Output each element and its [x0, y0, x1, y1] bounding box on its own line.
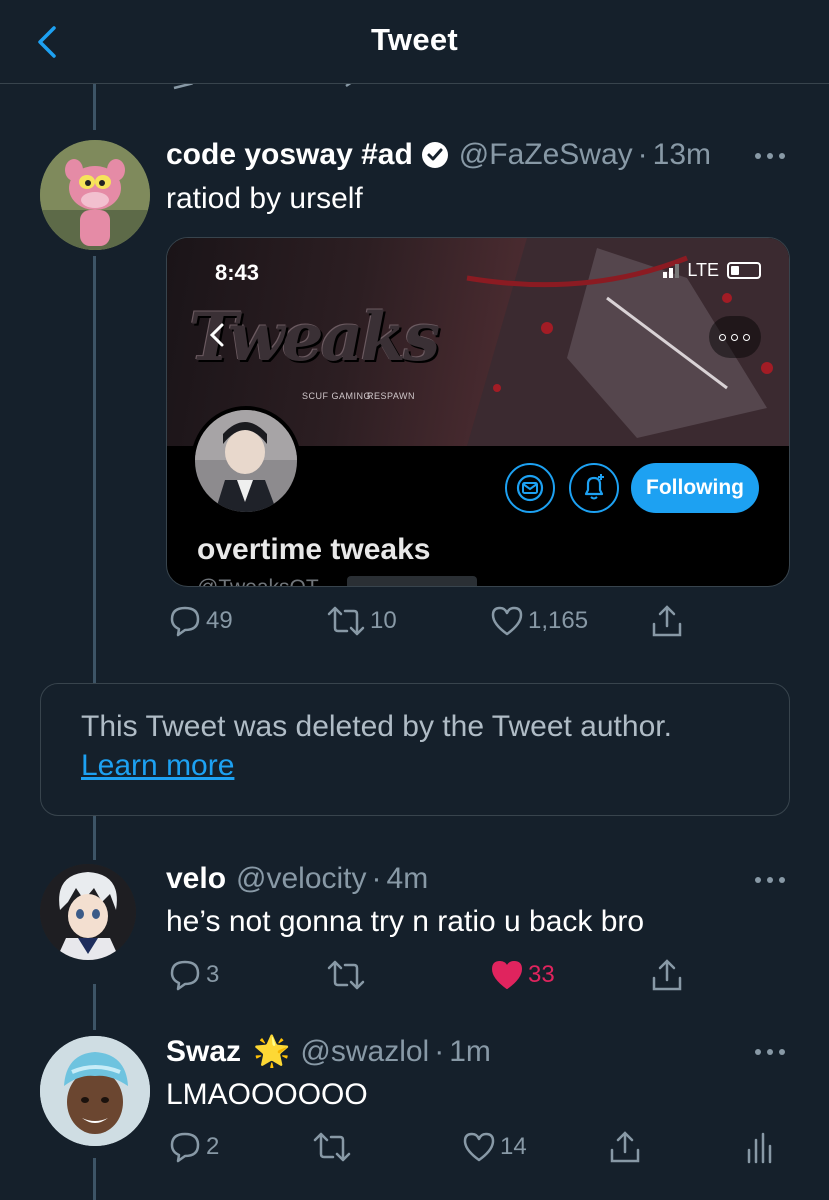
like-button[interactable]: 33 — [490, 958, 555, 992]
profile-picture — [191, 406, 301, 516]
display-name[interactable]: Swaz — [166, 1035, 241, 1069]
like-button[interactable]: 1,165 — [490, 604, 588, 638]
carrier-label: LTE — [687, 260, 719, 280]
analytics-button[interactable] — [744, 1130, 774, 1164]
like-count: 33 — [528, 961, 555, 988]
notifications-button[interactable] — [569, 463, 619, 513]
reply-icon — [170, 1132, 200, 1163]
heart-icon — [491, 606, 523, 636]
thread-line — [93, 1158, 96, 1200]
tweet-text: he’s not gonna try n ratio u back bro — [166, 905, 645, 938]
like-count: 1,165 — [528, 607, 589, 634]
deleted-tweet-notice: This Tweet was deleted by the Tweet auth… — [40, 683, 790, 816]
tweet-author-line: code yosway #ad @FaZeSway · 13m — [166, 138, 711, 172]
pink-panther-avatar-image — [40, 140, 150, 250]
thread-line — [93, 816, 96, 860]
envelope-icon — [516, 474, 544, 502]
separator-dot: · — [371, 862, 382, 895]
retweet-icon — [313, 1132, 351, 1162]
follows-you-badge — [347, 576, 477, 586]
like-count: 14 — [500, 1133, 527, 1160]
thread-line — [93, 256, 96, 683]
analytics-icon — [747, 1132, 772, 1164]
like-button[interactable]: 14 — [462, 1130, 527, 1164]
tweet-author-line: velo @velocity · 4m — [166, 862, 428, 896]
avatar[interactable] — [40, 1036, 150, 1146]
reply-button[interactable]: 3 — [168, 958, 219, 992]
share-icon — [610, 1131, 640, 1163]
profile-picture-image — [195, 410, 297, 512]
learn-more-link[interactable]: Learn more — [81, 749, 234, 783]
share-icon — [652, 605, 682, 637]
share-button[interactable] — [608, 1130, 642, 1164]
anime-boy-avatar-image — [40, 864, 136, 960]
heart-icon — [463, 1132, 495, 1162]
separator-dot: · — [434, 1034, 445, 1068]
reply-count: 3 — [206, 961, 220, 988]
reply-button[interactable]: 2 — [168, 1130, 219, 1164]
top-nav-bar: Tweet — [0, 0, 829, 84]
tweet-text: ratiod by urself — [166, 182, 363, 215]
status-bar-time: 8:43 — [215, 260, 260, 285]
sponsor-label: RESPAWN — [367, 391, 416, 401]
retweet-button[interactable] — [312, 1130, 352, 1164]
following-button[interactable]: Following — [631, 463, 759, 513]
message-button[interactable] — [505, 463, 555, 513]
sponsor-label: SCUF GAMING — [302, 391, 372, 401]
more-icon — [709, 316, 761, 358]
tweet-media-image[interactable]: 8:43 LTE Tweaks SCUF GAMING RESPAWN Foll… — [166, 237, 790, 587]
timestamp[interactable]: 4m — [387, 862, 429, 896]
bell-plus-icon — [584, 474, 604, 500]
page-title: Tweet — [370, 22, 459, 57]
retweet-button[interactable]: 10 — [326, 604, 397, 638]
avatar[interactable] — [40, 864, 136, 960]
retweet-count: 10 — [370, 607, 397, 634]
reply-count: 49 — [206, 607, 233, 634]
timestamp[interactable]: 13m — [653, 138, 711, 172]
handle[interactable]: @FaZeSway — [459, 138, 633, 172]
signal-icon — [663, 263, 680, 278]
retweet-icon — [327, 960, 365, 990]
profile-name: overtime tweaks — [197, 533, 431, 566]
more-options-button[interactable] — [752, 872, 788, 888]
reply-count: 2 — [206, 1133, 220, 1160]
more-options-button[interactable] — [752, 1044, 788, 1060]
tweet-text: LMAOOOOOO — [166, 1078, 368, 1111]
timestamp[interactable]: 1m — [449, 1035, 491, 1069]
display-name[interactable]: code yosway #ad — [166, 138, 413, 172]
deleted-notice-text: This Tweet was deleted by the Tweet auth… — [81, 710, 672, 743]
chevron-left-icon — [209, 323, 224, 347]
status-bar-indicators: LTE — [663, 260, 761, 281]
thread-line — [93, 984, 96, 1030]
display-name[interactable]: velo — [166, 862, 226, 896]
retweet-button[interactable] — [326, 958, 366, 992]
star-emoji-icon: 🌟 — [253, 1035, 291, 1068]
separator-dot: · — [637, 138, 648, 171]
handle[interactable]: @swazlol — [300, 1035, 429, 1069]
boy-durag-avatar-image — [40, 1036, 150, 1146]
battery-icon — [727, 262, 761, 279]
share-icon — [652, 959, 682, 991]
avatar[interactable] — [40, 140, 150, 250]
share-button[interactable] — [650, 604, 684, 638]
reply-icon — [170, 606, 200, 637]
retweet-icon — [327, 606, 365, 636]
heart-filled-icon — [492, 961, 522, 989]
handle[interactable]: @velocity — [236, 862, 367, 896]
reply-button[interactable]: 49 — [168, 604, 233, 638]
tweet-author-line: Swaz 🌟 @swazlol · 1m — [166, 1034, 491, 1069]
profile-handle: @TweaksOT — [197, 576, 319, 586]
verified-badge-icon — [421, 142, 448, 168]
more-options-button[interactable] — [752, 148, 788, 164]
share-button[interactable] — [650, 958, 684, 992]
reply-icon — [170, 960, 200, 991]
